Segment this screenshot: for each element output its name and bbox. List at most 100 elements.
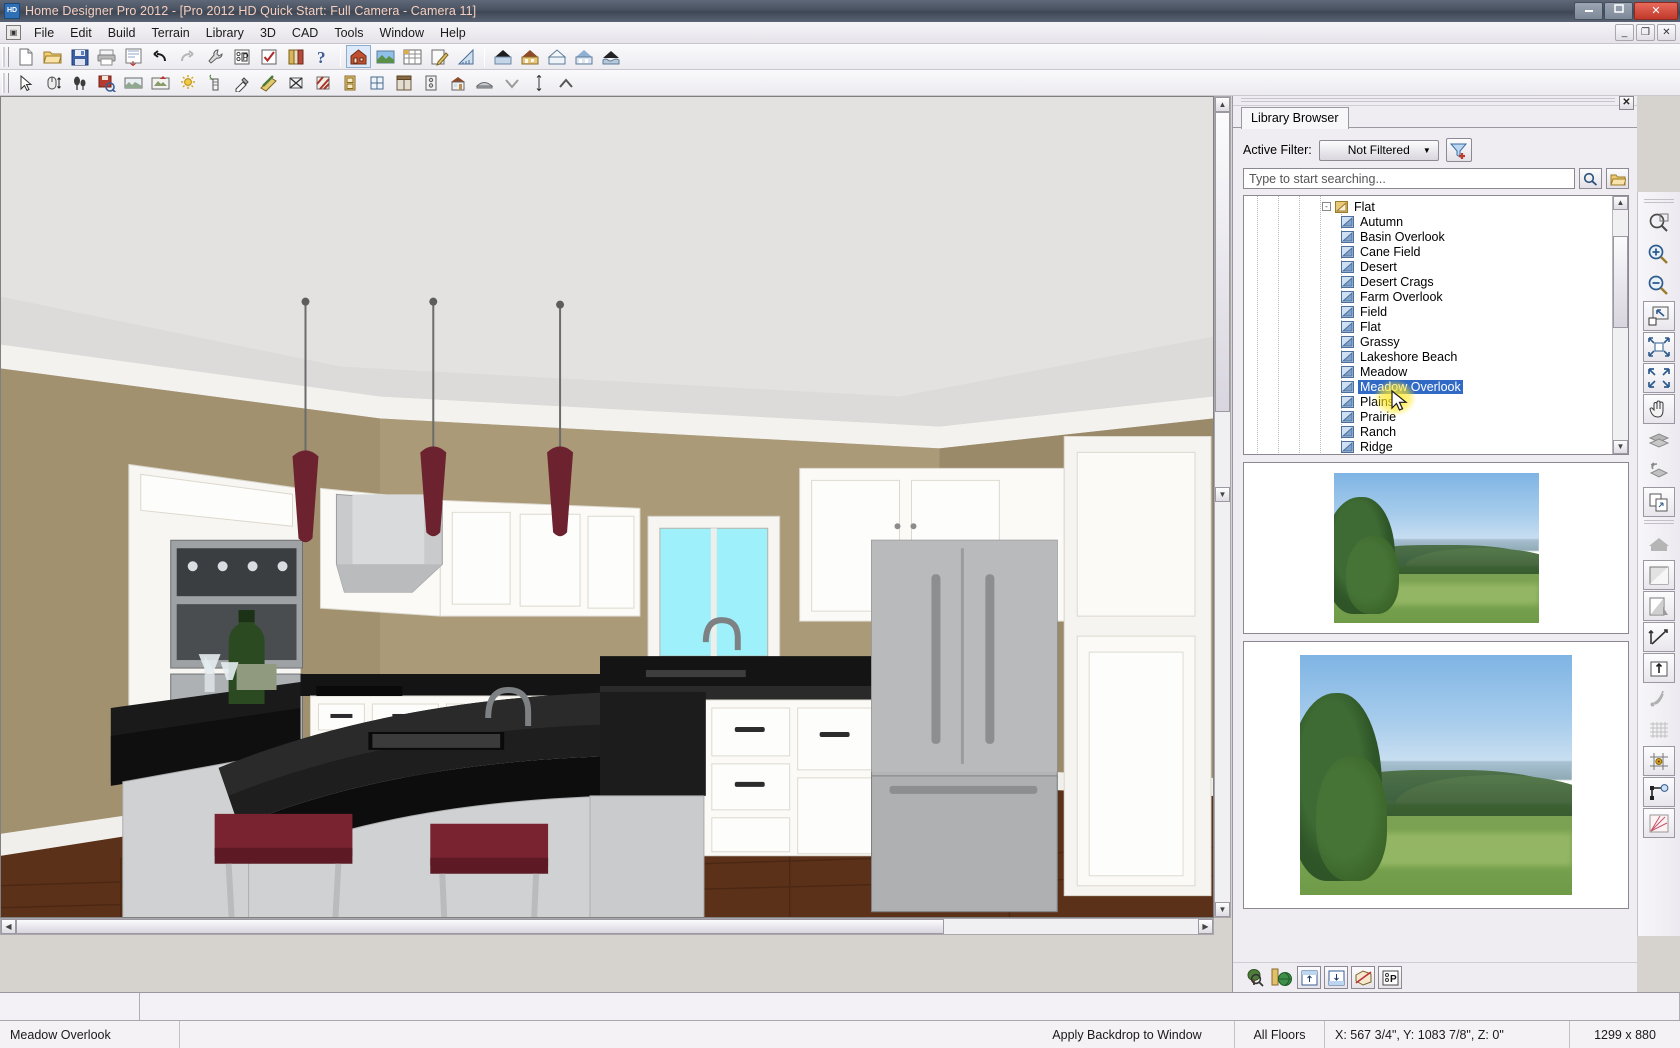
preview-3d-icon[interactable] — [1351, 966, 1375, 989]
toolbar-grip[interactable] — [2, 47, 9, 67]
active-filter-select[interactable]: Not Filtered ▼ — [1319, 140, 1439, 161]
line-angle-icon[interactable] — [1643, 622, 1675, 652]
tree-item-desert-crags[interactable]: Desert Crags — [1244, 274, 1611, 289]
object-snap-icon[interactable] — [1643, 777, 1675, 807]
mdi-restore-button[interactable]: ❐ — [1636, 24, 1655, 41]
print-preview-icon[interactable] — [121, 45, 146, 68]
zoom-in-icon[interactable] — [1643, 239, 1675, 269]
swap-view-icon[interactable] — [1643, 487, 1675, 517]
library-preview-thumbnail[interactable] — [1243, 462, 1629, 634]
scroll-left-arrow[interactable]: ◀ — [1, 919, 16, 934]
secondary-toolbar-grip[interactable] — [2, 73, 9, 93]
undo-icon[interactable] — [148, 45, 173, 68]
open-plan-icon[interactable] — [40, 45, 65, 68]
sprinkler-icon[interactable] — [202, 71, 227, 94]
zoom-window-icon[interactable] — [1643, 208, 1675, 238]
send-to-back-icon[interactable] — [1643, 425, 1675, 455]
mdi-close-button[interactable]: ✕ — [1657, 24, 1676, 41]
pan-hand-icon[interactable] — [1643, 394, 1675, 424]
view-toolbar-grip[interactable] — [1644, 198, 1674, 205]
roof-house-icon[interactable] — [517, 45, 542, 68]
fill-window-icon[interactable] — [1643, 301, 1675, 331]
bottom-pane-cell-2[interactable] — [140, 993, 1680, 1020]
horizontal-scroll-thumb[interactable] — [16, 919, 944, 934]
grid-icon[interactable] — [1643, 715, 1675, 745]
menu-terrain[interactable]: Terrain — [144, 24, 198, 42]
no-blend-icon[interactable] — [283, 71, 308, 94]
tree-item-meadow-overlook[interactable]: Meadow Overlook — [1244, 379, 1611, 394]
close-button[interactable]: ✕ — [1634, 2, 1678, 20]
house-view-icon[interactable] — [346, 45, 371, 68]
eyedropper-icon[interactable] — [229, 71, 254, 94]
library-web-icon[interactable] — [1270, 966, 1294, 989]
maximize-button[interactable] — [1604, 2, 1633, 20]
library-search-icon[interactable] — [1243, 966, 1267, 989]
document-icon[interactable]: ▣ — [6, 25, 21, 40]
collapse-expander-icon[interactable]: - — [1322, 202, 1331, 211]
bring-forward-icon[interactable] — [1643, 456, 1675, 486]
plants-icon[interactable] — [67, 71, 92, 94]
tree-item-prairie[interactable]: Prairie — [1244, 409, 1611, 424]
tree-scroll-up-arrow[interactable]: ▲ — [1613, 196, 1628, 210]
scroll-down-arrow[interactable]: ▼ — [1215, 902, 1230, 917]
sun-angle-icon[interactable] — [175, 71, 200, 94]
tree-item-desert[interactable]: Desert — [1244, 259, 1611, 274]
print-icon[interactable] — [94, 45, 119, 68]
zoom-extents-icon[interactable] — [1643, 363, 1675, 393]
door-icon[interactable] — [337, 71, 362, 94]
search-input[interactable]: Type to start searching... — [1243, 168, 1575, 189]
library-close-icon[interactable]: ✕ — [1619, 96, 1634, 110]
tree-item-lakeshore-beach[interactable]: Lakeshore Beach — [1244, 349, 1611, 364]
roof-full-icon[interactable] — [490, 45, 515, 68]
view-toolbar-grip-2[interactable] — [1644, 519, 1674, 526]
tree-vertical-scrollbar[interactable]: ▲ ▼ — [1612, 196, 1628, 454]
mdi-minimize-button[interactable]: _ — [1615, 24, 1634, 41]
mouse-orbit-icon[interactable] — [40, 71, 65, 94]
menu-build[interactable]: Build — [100, 24, 144, 42]
material-painter-icon[interactable] — [427, 45, 452, 68]
menu-library[interactable]: Library — [198, 24, 252, 42]
tree-node-root-flat[interactable]: - Flat — [1244, 199, 1611, 214]
angle-snap-icon[interactable] — [1643, 808, 1675, 838]
viewport-vertical-scrollbar[interactable]: ▲ ▼ ▼ — [1214, 96, 1231, 918]
appliance-icon[interactable] — [418, 71, 443, 94]
scroll-right-arrow[interactable]: ▶ — [1198, 919, 1213, 934]
scroll-up-arrow[interactable]: ▲ — [1215, 97, 1230, 112]
tree-item-autumn[interactable]: Autumn — [1244, 214, 1611, 229]
tree-item-meadow[interactable]: Meadow — [1244, 364, 1611, 379]
minimize-button[interactable] — [1574, 2, 1603, 20]
redo-icon[interactable] — [175, 45, 200, 68]
roof-door-icon[interactable] — [571, 45, 596, 68]
save-plan-icon[interactable] — [67, 45, 92, 68]
plan-defaults-icon[interactable]: P — [229, 45, 254, 68]
new-plan-icon[interactable] — [13, 45, 38, 68]
menu-file[interactable]: File — [26, 24, 62, 42]
shadow-icon[interactable] — [1643, 591, 1675, 621]
cross-section-icon[interactable] — [400, 45, 425, 68]
grid-snap-icon[interactable] — [1643, 746, 1675, 776]
dome-icon[interactable] — [472, 71, 497, 94]
bottom-pane-cell-1[interactable] — [0, 993, 140, 1020]
tree-item-cane-field[interactable]: Cane Field — [1244, 244, 1611, 259]
terrain-perimeter-icon[interactable] — [148, 71, 173, 94]
cabinet-icon[interactable] — [391, 71, 416, 94]
roof-gray-icon[interactable] — [1643, 529, 1675, 559]
tree-item-field[interactable]: Field — [1244, 304, 1611, 319]
caret-up-icon[interactable] — [553, 71, 578, 94]
menu-window[interactable]: Window — [372, 24, 432, 42]
menu-cad[interactable]: CAD — [284, 24, 326, 42]
viewport-horizontal-scrollbar[interactable]: ◀ ▶ — [0, 918, 1214, 935]
save-camera-icon[interactable] — [94, 71, 119, 94]
funnel-plus-icon[interactable] — [1446, 138, 1472, 162]
library-tree[interactable]: - Flat Autumn Basin Overlook — [1243, 195, 1629, 455]
ruler-icon[interactable] — [454, 45, 479, 68]
tree-item-ridge[interactable]: Ridge — [1244, 439, 1611, 454]
menu-edit[interactable]: Edit — [62, 24, 100, 42]
menu-tools[interactable]: Tools — [326, 24, 371, 42]
pattern-icon[interactable] — [310, 71, 335, 94]
tree-item-grassy[interactable]: Grassy — [1244, 334, 1611, 349]
menu-help[interactable]: Help — [432, 24, 474, 42]
tab-library-browser[interactable]: Library Browser — [1241, 107, 1349, 129]
fill-window-building-icon[interactable] — [1643, 332, 1675, 362]
tree-item-plains[interactable]: Plains — [1244, 394, 1611, 409]
